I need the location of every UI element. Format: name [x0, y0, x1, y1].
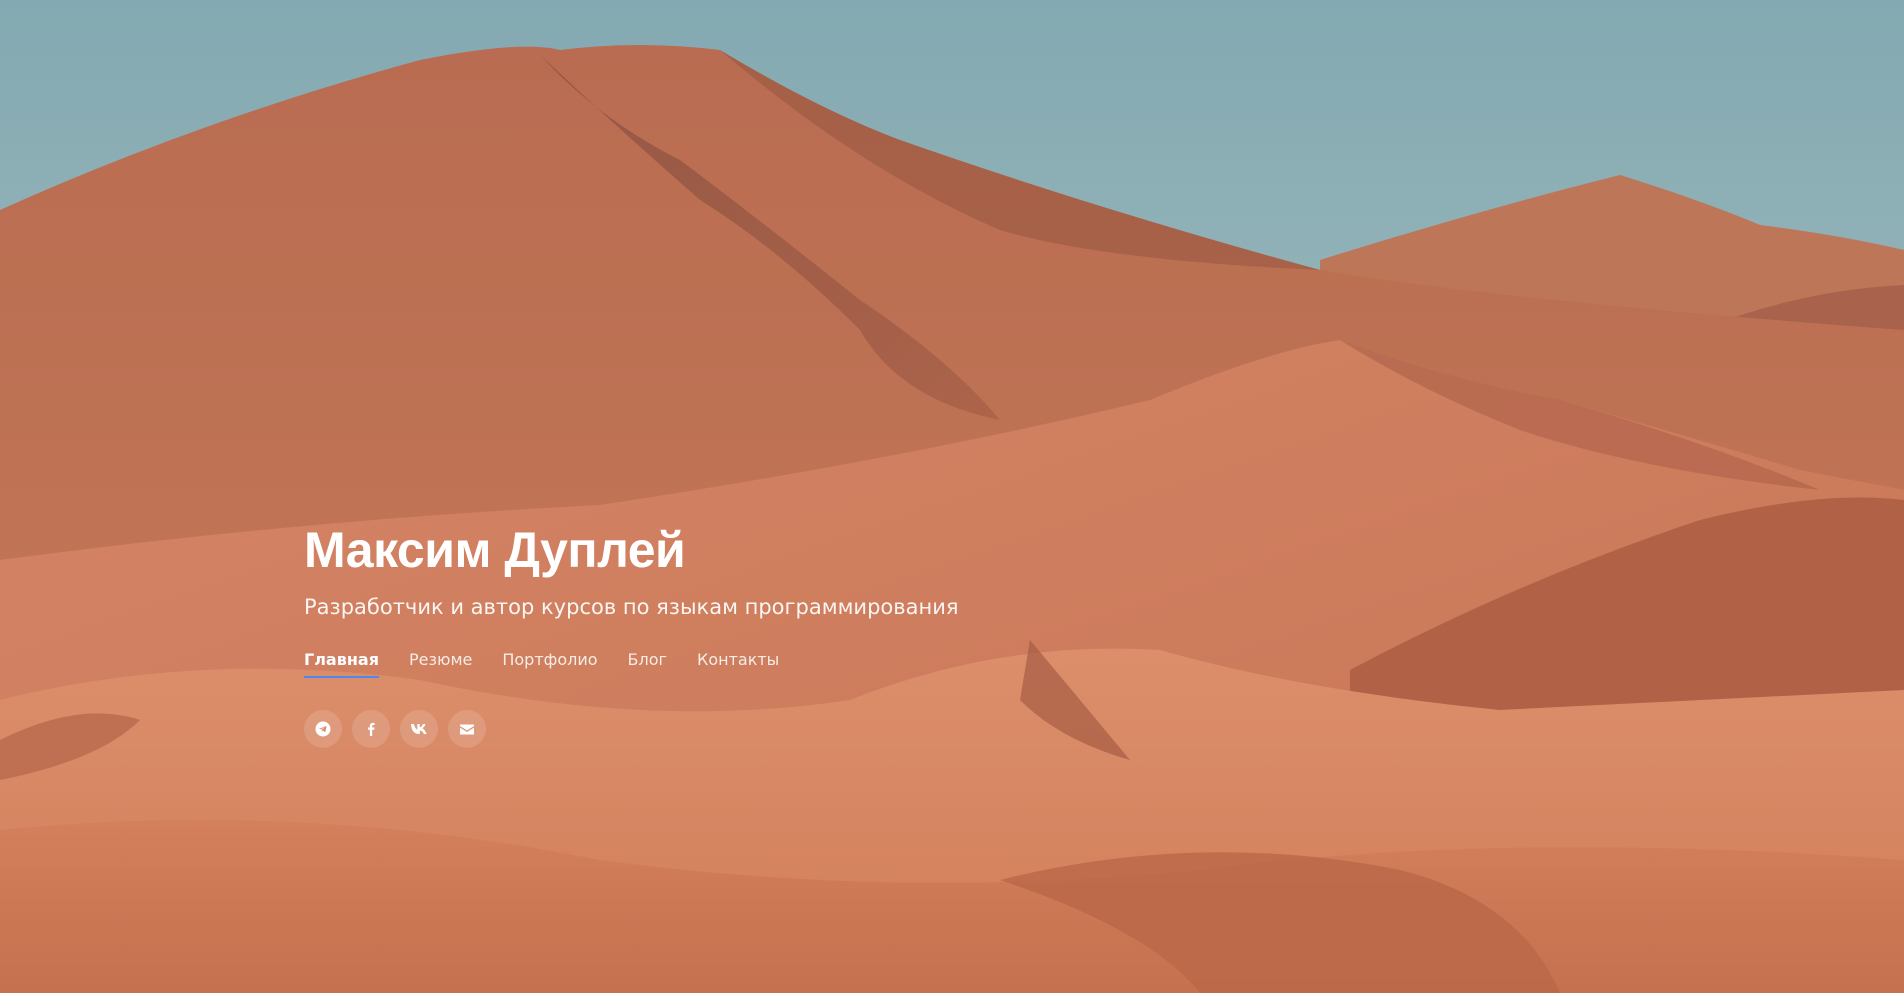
- hero-content: Максим Дуплей Разработчик и автор курсов…: [304, 518, 1204, 748]
- nav-item-resume[interactable]: Резюме: [409, 648, 472, 678]
- nav-item-portfolio[interactable]: Портфолио: [502, 648, 597, 678]
- background-overlay: [0, 0, 1904, 993]
- telegram-icon: [315, 721, 331, 737]
- nav-item-contacts[interactable]: Контакты: [697, 648, 779, 678]
- facebook-icon: [368, 722, 375, 736]
- page-title: Максим Дуплей: [304, 522, 686, 578]
- main-nav: Главная Резюме Портфолио Блог Контакты: [304, 648, 1204, 678]
- hero-section: Максим Дуплей Разработчик и автор курсов…: [0, 0, 1904, 993]
- social-links: [304, 710, 1204, 748]
- facebook-link[interactable]: [352, 710, 390, 748]
- vk-link[interactable]: [400, 710, 438, 748]
- nav-item-home[interactable]: Главная: [304, 648, 379, 678]
- email-link[interactable]: [448, 710, 486, 748]
- nav-item-blog[interactable]: Блог: [628, 648, 667, 678]
- telegram-link[interactable]: [304, 710, 342, 748]
- vk-icon: [411, 724, 427, 734]
- mail-icon: [460, 724, 474, 734]
- hero-subtitle: Разработчик и автор курсов по языкам про…: [304, 595, 959, 619]
